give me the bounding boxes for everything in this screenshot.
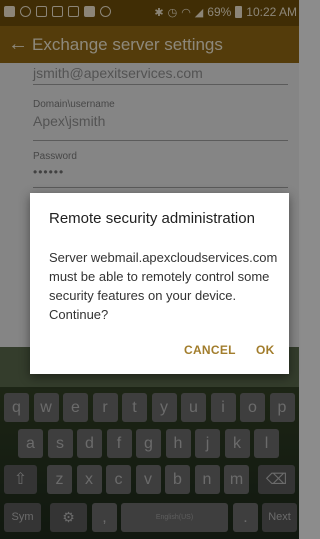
dialog-message: Server webmail.apexcloudservices.com mus… <box>49 250 278 322</box>
dialog-title: Remote security administration <box>49 210 255 227</box>
remote-security-dialog: Remote security administration Server we… <box>30 193 289 374</box>
cancel-button[interactable]: CANCEL <box>184 343 236 357</box>
ok-button[interactable]: OK <box>256 343 275 357</box>
